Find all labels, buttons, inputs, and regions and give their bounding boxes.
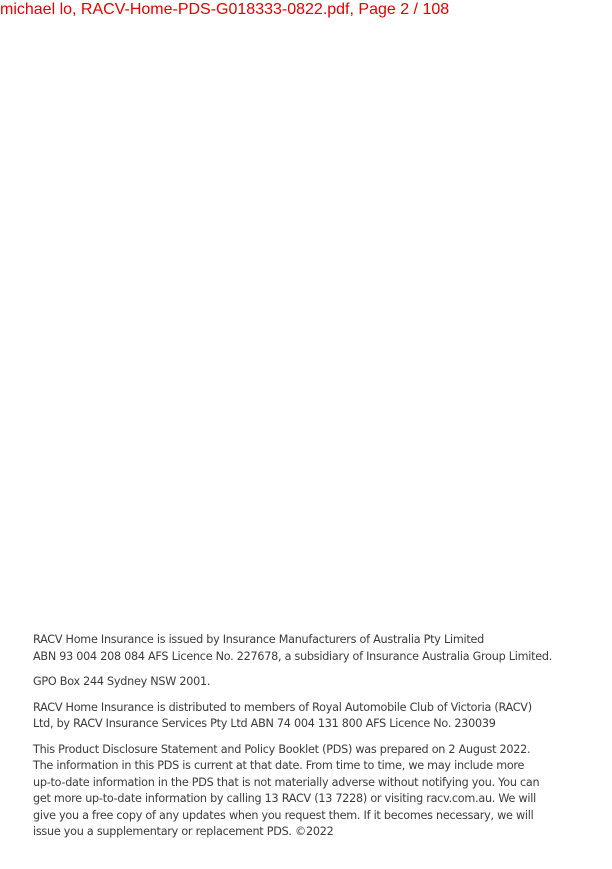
pds-line: get more up-to-date information by calli…	[33, 792, 536, 805]
pds-line: This Product Disclosure Statement and Po…	[33, 742, 531, 756]
issuer-paragraph: RACV Home Insurance is issued by Insuran…	[33, 632, 579, 665]
pds-line: give you a free copy of any updates when…	[33, 808, 534, 822]
pds-line: The information in this PDS is current a…	[33, 759, 525, 772]
address-line: GPO Box 244 Sydney NSW 2001.	[33, 675, 211, 688]
distribution-paragraph: RACV Home Insurance is distributed to me…	[33, 700, 579, 733]
document-header: michael lo, RACV-Home-PDS-G018333-0822.p…	[0, 1, 450, 18]
pds-line: issue you a supplementary or replacement…	[33, 825, 334, 838]
address-paragraph: GPO Box 244 Sydney NSW 2001.	[33, 674, 579, 691]
legal-footer: RACV Home Insurance is issued by Insuran…	[33, 632, 579, 850]
distribution-line: RACV Home Insurance is distributed to me…	[33, 700, 532, 714]
pds-paragraph: This Product Disclosure Statement and Po…	[33, 742, 579, 841]
issuer-line: ABN 93 004 208 084 AFS Licence No. 22767…	[33, 649, 553, 663]
pds-line: up-to-date information in the PDS that i…	[33, 775, 540, 789]
issuer-line: RACV Home Insurance is issued by Insuran…	[33, 633, 484, 646]
distribution-line: Ltd, by RACV Insurance Services Pty Ltd …	[33, 717, 496, 730]
